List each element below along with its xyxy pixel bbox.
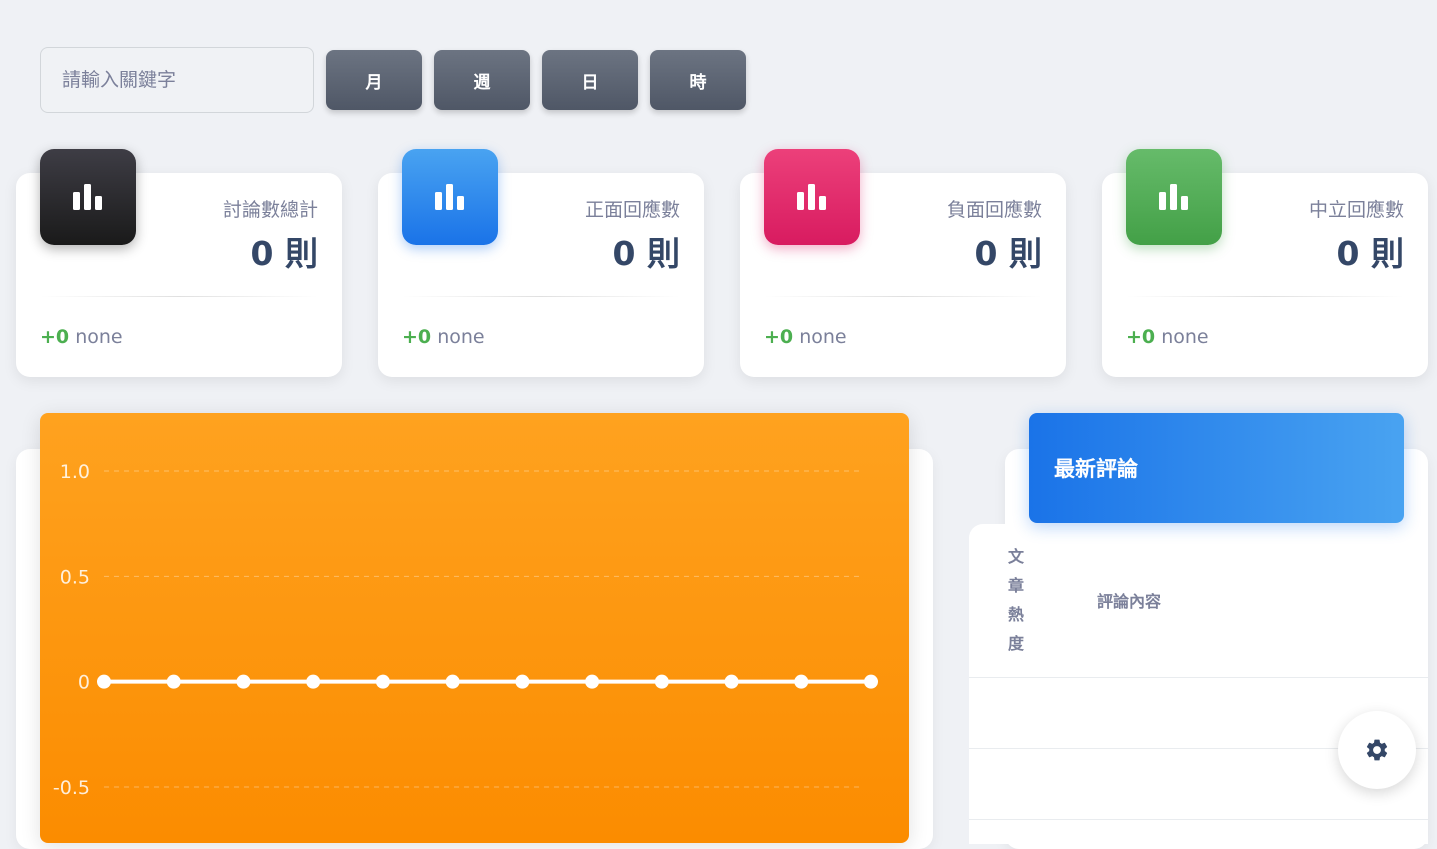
stat-card-total: 討論數總計 0 則 +0 none bbox=[16, 149, 342, 377]
divider bbox=[402, 296, 680, 297]
card-title: 討論數總計 bbox=[222, 199, 318, 221]
data-point bbox=[306, 674, 321, 689]
table-row-divider bbox=[969, 677, 1428, 678]
keyword-search-input[interactable] bbox=[40, 47, 314, 113]
table-row-divider bbox=[969, 819, 1428, 820]
filter-hour-button[interactable]: 時 bbox=[650, 50, 746, 110]
divider bbox=[40, 296, 318, 297]
y-tick-label: 0.5 bbox=[60, 566, 90, 588]
card-value: 0 則 bbox=[250, 234, 318, 273]
card-title: 負面回應數 bbox=[946, 199, 1042, 221]
bar-chart-icon bbox=[764, 149, 860, 245]
card-note: none bbox=[799, 326, 847, 348]
line-chart: 1.0 0.5 0 -0.5 bbox=[40, 413, 909, 843]
card-delta: +0 bbox=[764, 326, 794, 348]
data-point bbox=[724, 674, 739, 689]
y-tick-label: -0.5 bbox=[53, 777, 90, 799]
card-value: 0 則 bbox=[1336, 234, 1404, 273]
column-header-heat: 文章熱度 bbox=[1007, 547, 1024, 653]
card-footer: +0 none bbox=[1126, 326, 1209, 348]
bar-chart-icon bbox=[402, 149, 498, 245]
card-value: 0 則 bbox=[612, 234, 680, 273]
gear-icon bbox=[1366, 739, 1388, 761]
data-point bbox=[794, 674, 809, 689]
card-note: none bbox=[75, 326, 123, 348]
data-point bbox=[236, 674, 251, 689]
card-note: none bbox=[437, 326, 485, 348]
y-tick-label: 0 bbox=[78, 672, 90, 694]
card-delta: +0 bbox=[1126, 326, 1156, 348]
comments-table: 文章熱度 評論內容 bbox=[969, 524, 1428, 844]
divider bbox=[764, 296, 1042, 297]
line-chart-svg: 1.0 0.5 0 -0.5 bbox=[53, 461, 878, 799]
stat-card-neutral: 中立回應數 0 則 +0 none bbox=[1102, 149, 1428, 377]
comments-title: 最新評論 bbox=[1054, 457, 1138, 481]
divider bbox=[1126, 296, 1404, 297]
stat-card-positive: 正面回應數 0 則 +0 none bbox=[378, 149, 704, 377]
data-point bbox=[585, 674, 600, 689]
card-footer: +0 none bbox=[40, 326, 123, 348]
card-delta: +0 bbox=[402, 326, 432, 348]
data-point bbox=[515, 674, 530, 689]
y-tick-label: 1.0 bbox=[60, 461, 90, 483]
bar-chart-icon bbox=[40, 149, 136, 245]
card-delta: +0 bbox=[40, 326, 70, 348]
bar-chart-icon bbox=[1126, 149, 1222, 245]
card-title: 中立回應數 bbox=[1308, 199, 1404, 221]
filter-day-button[interactable]: 日 bbox=[542, 50, 638, 110]
column-header-content: 評論內容 bbox=[1097, 592, 1162, 611]
filter-week-button[interactable]: 週 bbox=[434, 50, 530, 110]
data-point bbox=[166, 674, 181, 689]
card-note: none bbox=[1161, 326, 1209, 348]
settings-button[interactable] bbox=[1338, 711, 1416, 789]
card-title: 正面回應數 bbox=[584, 199, 680, 221]
data-point bbox=[864, 674, 878, 689]
comments-header: 最新評論 bbox=[1029, 413, 1404, 523]
card-footer: +0 none bbox=[402, 326, 485, 348]
data-point bbox=[375, 674, 390, 689]
filter-month-button[interactable]: 月 bbox=[326, 50, 422, 110]
data-point bbox=[445, 674, 460, 689]
data-point bbox=[654, 674, 669, 689]
data-point bbox=[97, 674, 111, 689]
stat-card-negative: 負面回應數 0 則 +0 none bbox=[740, 149, 1066, 377]
card-value: 0 則 bbox=[974, 234, 1042, 273]
card-footer: +0 none bbox=[764, 326, 847, 348]
